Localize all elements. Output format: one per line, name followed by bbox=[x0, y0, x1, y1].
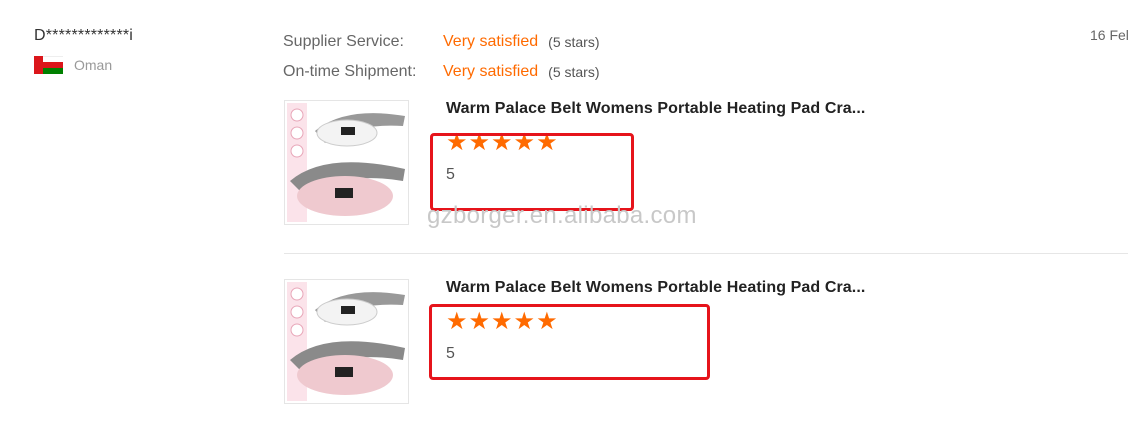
rating-label: Supplier Service: bbox=[283, 33, 404, 50]
rating-stars-text: (5 stars) bbox=[548, 64, 600, 80]
reviewer-country: Oman bbox=[34, 56, 133, 74]
highlight-box bbox=[429, 304, 710, 380]
watermark: gzborger.en.alibaba.com bbox=[427, 202, 697, 229]
rating-value: Very satisfied bbox=[443, 33, 539, 50]
product-thumbnail[interactable] bbox=[284, 279, 409, 404]
reviewer-info: D*************i Oman bbox=[34, 27, 133, 74]
rating-row-ontime-shipment: On-time Shipment: Very satisfied (5 star… bbox=[283, 57, 600, 87]
review-date: 16 Fel bbox=[1090, 27, 1128, 43]
oman-flag-icon bbox=[34, 56, 63, 74]
country-name: Oman bbox=[74, 57, 113, 73]
product-thumbnail[interactable] bbox=[284, 100, 409, 225]
supplier-ratings: Supplier Service: Very satisfied (5 star… bbox=[283, 27, 600, 87]
product-review-item: Warm Palace Belt Womens Portable Heating… bbox=[284, 100, 865, 225]
product-review-item: Warm Palace Belt Womens Portable Heating… bbox=[284, 279, 865, 404]
rating-row-supplier-service: Supplier Service: Very satisfied (5 star… bbox=[283, 27, 600, 57]
rating-label: On-time Shipment: bbox=[283, 63, 417, 80]
product-title[interactable]: Warm Palace Belt Womens Portable Heating… bbox=[446, 279, 865, 297]
divider bbox=[284, 253, 1128, 254]
reviewer-name: D*************i bbox=[34, 27, 134, 44]
highlight-box bbox=[430, 133, 634, 211]
rating-value: Very satisfied bbox=[443, 63, 539, 80]
product-title[interactable]: Warm Palace Belt Womens Portable Heating… bbox=[446, 100, 865, 118]
rating-stars-text: (5 stars) bbox=[548, 34, 600, 50]
